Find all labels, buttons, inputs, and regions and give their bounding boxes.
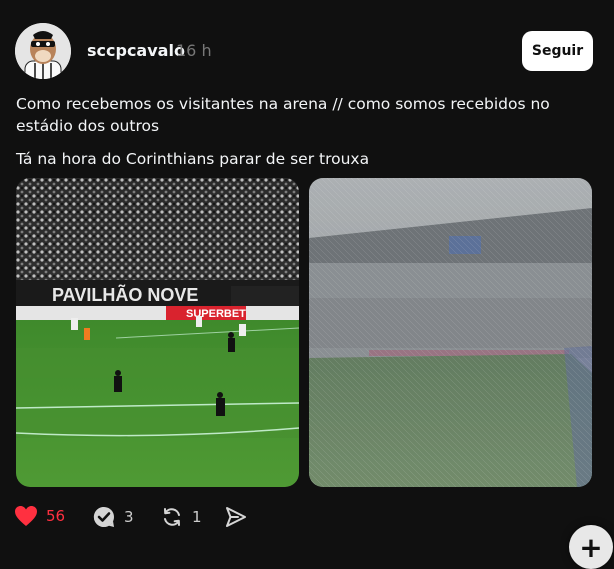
- share-button[interactable]: [224, 505, 248, 529]
- follow-button[interactable]: Seguir: [522, 31, 593, 71]
- repost-count: 1: [192, 508, 202, 526]
- comment-icon: [93, 506, 114, 527]
- heart-icon: [15, 506, 37, 526]
- like-button[interactable]: 56: [14, 505, 65, 527]
- username[interactable]: sccpcavalo: [87, 41, 185, 60]
- post-timestamp: 16 h: [176, 41, 212, 60]
- reply-count: 3: [124, 508, 134, 526]
- post-image-stadium-crowd[interactable]: PAVILHÃO NOVE SUPERBET: [16, 178, 299, 487]
- repost-button[interactable]: 1: [160, 505, 202, 529]
- new-post-fab[interactable]: +: [569, 525, 613, 569]
- plus-icon: +: [579, 530, 603, 564]
- avatar[interactable]: [15, 23, 71, 79]
- like-count: 56: [46, 507, 66, 525]
- post-text: Como recebemos os visitantes na arena //…: [16, 95, 550, 135]
- repost-icon: [164, 508, 180, 526]
- reply-button[interactable]: 3: [92, 505, 134, 529]
- stadium-banner-text: PAVILHÃO NOVE: [52, 284, 198, 305]
- ad-board-text: SUPERBET: [186, 308, 246, 320]
- share-icon: [226, 507, 246, 527]
- post-text-second: Tá na hora do Corinthians parar de ser t…: [16, 150, 370, 168]
- post-image-foggy-stadium[interactable]: [309, 178, 592, 487]
